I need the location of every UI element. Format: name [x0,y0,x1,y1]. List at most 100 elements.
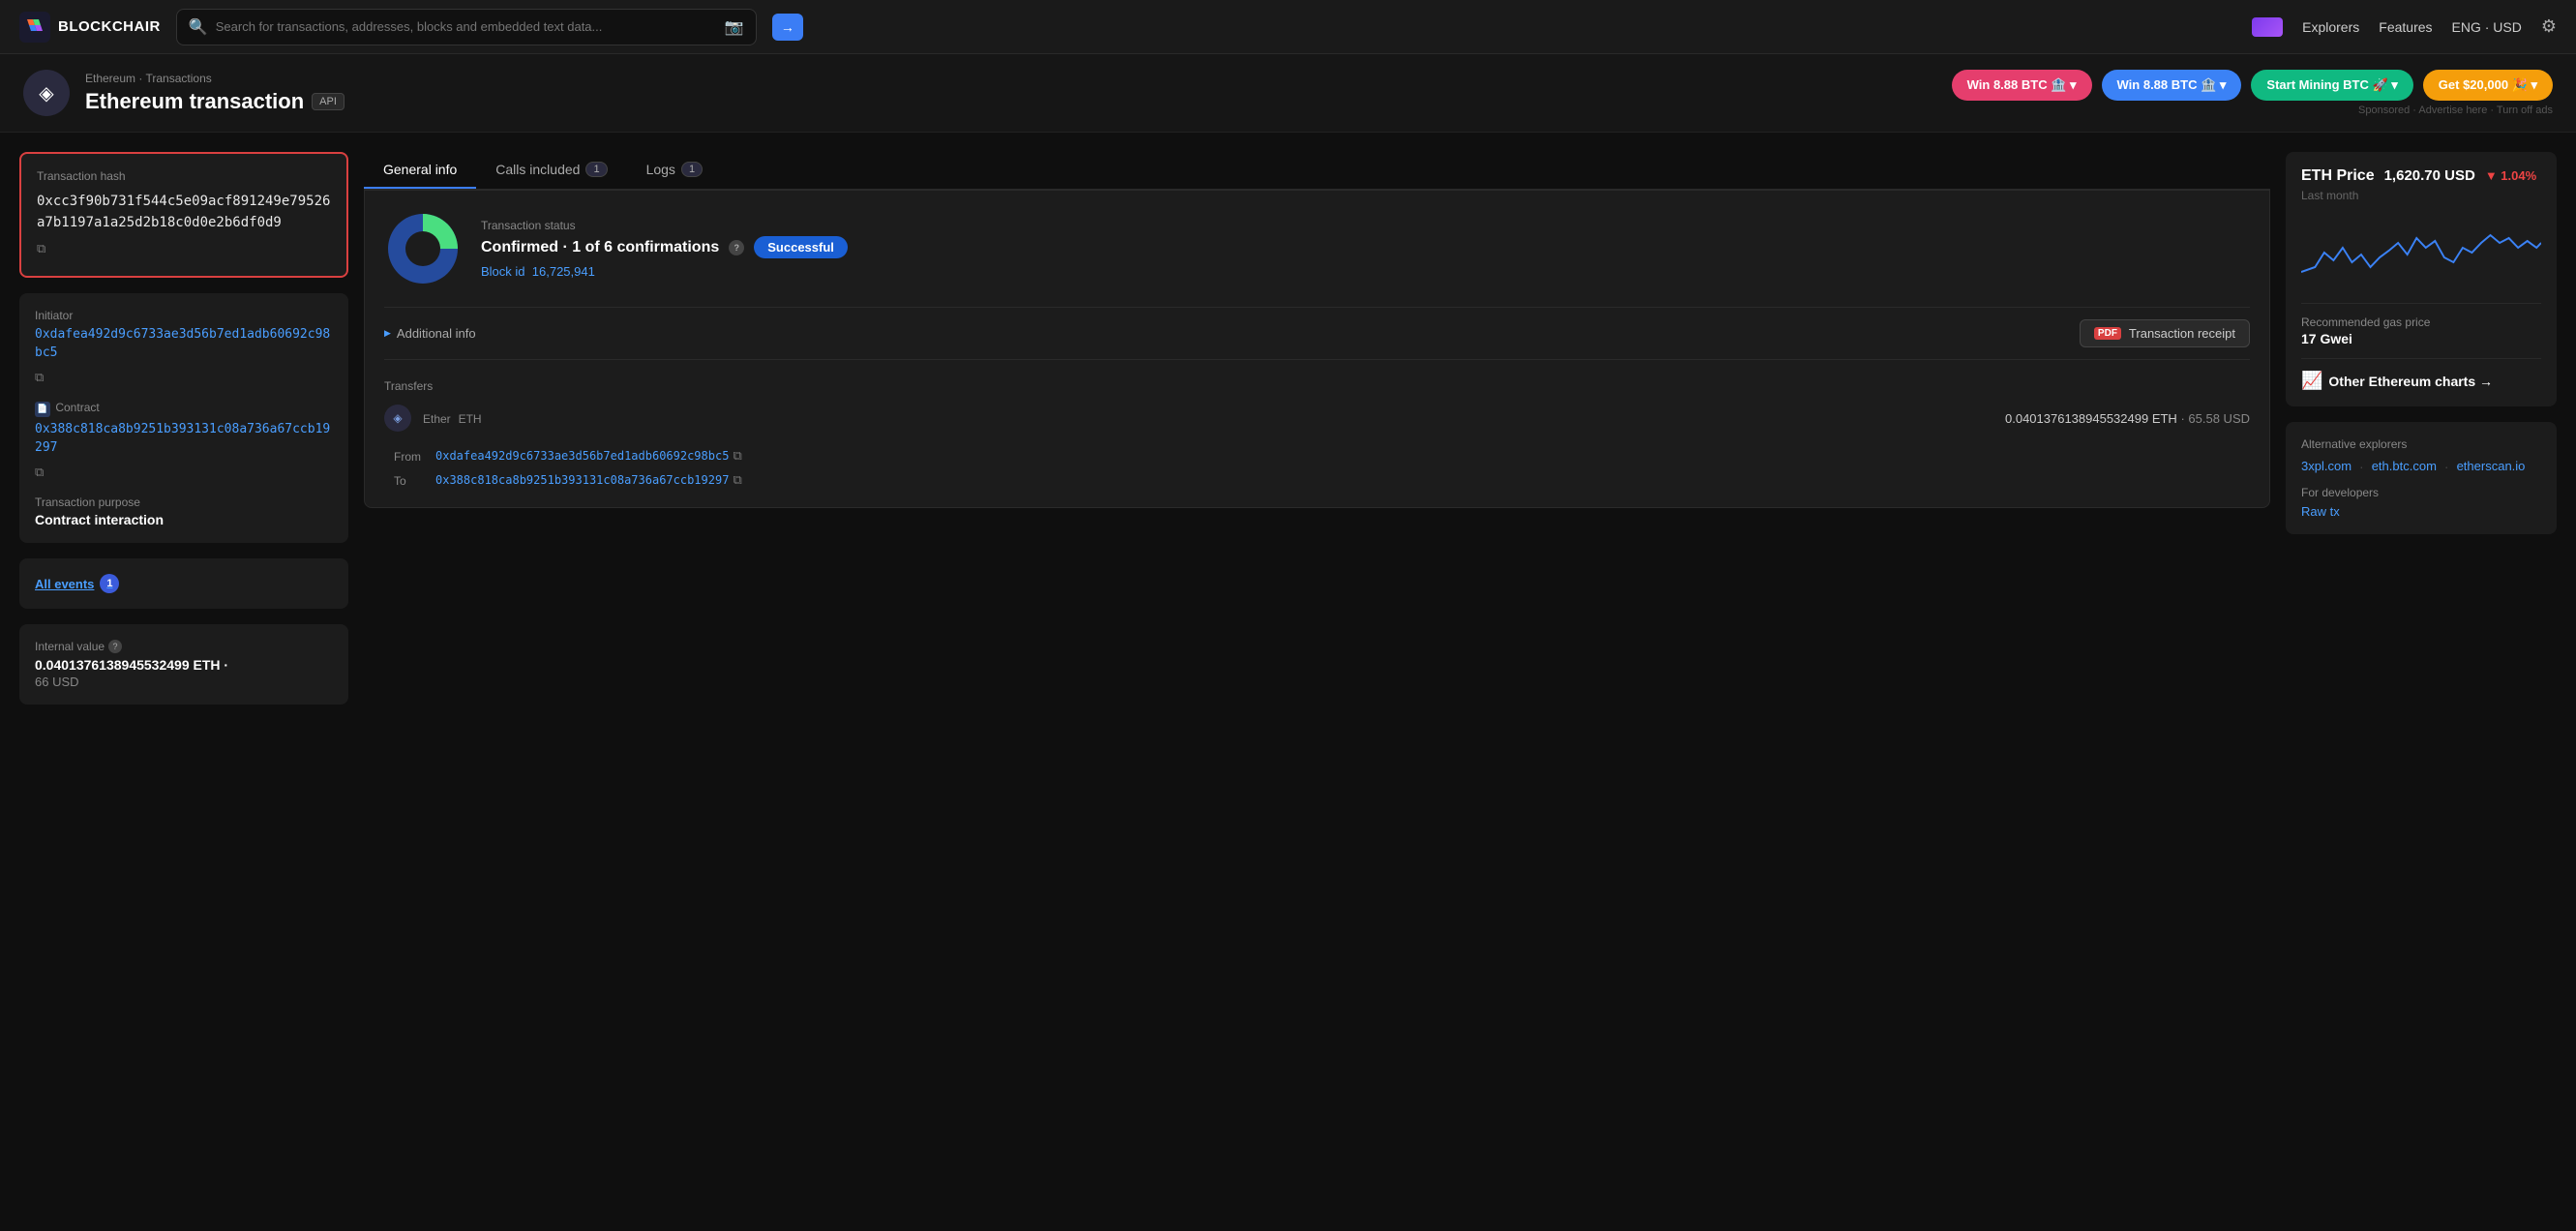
alt-link-ethbtc[interactable]: eth.btc.com [2372,459,2437,474]
main-layout: Transaction hash 0xcc3f90b731f544c5e09ac… [0,133,2576,724]
page-title: Ethereum transaction API [85,89,344,114]
tx-purpose-value: Contract interaction [35,512,333,527]
logo-text: BLOCKCHAIR [58,18,161,35]
promo-buttons: Win 8.88 BTC 🏦 ▾ Win 8.88 BTC 🏦 ▾ Start … [1952,70,2553,101]
tx-status-label: Transaction status [481,219,848,232]
from-copy-icon[interactable]: ⧉ [733,449,741,464]
wallet-icon[interactable] [2252,17,2283,37]
alt-explorers-label: Alternative explorers [2301,437,2541,451]
raw-tx-link[interactable]: Raw tx [2301,504,2340,519]
contract-value: 0x388c818ca8b9251b393131c08a736a67ccb192… [35,420,333,483]
eth-price-header: ETH Price 1,620.70 USD ▼ 1.04% [2301,167,2541,185]
from-label: From [394,449,428,464]
to-row: To 0x388c818ca8b9251b393131c08a736a67ccb… [384,473,2250,488]
tab-logs[interactable]: Logs 1 [627,152,722,189]
promo-area: Win 8.88 BTC 🏦 ▾ Win 8.88 BTC 🏦 ▾ Start … [1952,70,2553,116]
block-id: Block id 16,725,941 [481,264,848,279]
initiator-copy-icon[interactable]: ⧉ [35,369,44,388]
promo-btn-1[interactable]: Win 8.88 BTC 🏦 ▾ [2102,70,2242,101]
ether-row: ◈ Ether ETH 0.0401376138945532499 ETH · … [384,405,2250,432]
contract-label: 📄 Contract [35,401,333,417]
tab-general-info[interactable]: General info [364,152,476,189]
all-events-link[interactable]: All events 1 [35,574,119,593]
breadcrumb: Ethereum · Transactions [85,72,344,85]
eth-price-box: ETH Price 1,620.70 USD ▼ 1.04% Last mont… [2286,152,2557,406]
tx-hash-value: 0xcc3f90b731f544c5e09acf891249e79526a7b1… [37,191,331,260]
tx-status-pie-chart [384,210,462,287]
pdf-icon: PDF [2094,327,2121,340]
camera-icon[interactable]: 📷 [725,17,744,37]
contract-icon: 📄 [35,402,50,417]
to-copy-icon[interactable]: ⧉ [733,473,741,488]
left-panel: Transaction hash 0xcc3f90b731f544c5e09ac… [19,152,348,705]
search-icon: 🔍 [189,17,208,37]
page-header-left: ◈ Ethereum · Transactions Ethereum trans… [23,70,344,116]
tabs-row: General info Calls included 1 Logs 1 [364,152,2270,190]
tx-status-info: Transaction status Confirmed · 1 of 6 co… [481,219,848,279]
calls-included-badge: 1 [585,162,607,177]
center-content: Transaction status Confirmed · 1 of 6 co… [364,190,2270,508]
from-row: From 0xdafea492d9c6733ae3d56b7ed1adb6069… [384,449,2250,464]
promo-btn-2[interactable]: Start Mining BTC 🚀 ▾ [2251,70,2412,101]
search-button[interactable]: → [772,14,803,41]
to-address: 0x388c818ca8b9251b393131c08a736a67ccb192… [435,473,2250,488]
ether-label: Ether ETH [423,410,482,426]
internal-value: 0.0401376138945532499 ETH · [35,657,333,673]
internal-value-section: Internal value ? 0.0401376138945532499 E… [19,624,348,705]
center-panel: General info Calls included 1 Logs 1 [364,152,2270,705]
page-title-area: Ethereum · Transactions Ethereum transac… [85,72,344,114]
nav-lang-currency[interactable]: ENG · USD [2452,19,2522,35]
sponsored-text: Sponsored · Advertise here · Turn off ad… [2358,105,2553,116]
info-section: Initiator 0xdafea492d9c6733ae3d56b7ed1ad… [19,293,348,544]
eth-price-change: ▼ 1.04% [2485,168,2536,183]
nav-explorers[interactable]: Explorers [2302,19,2359,35]
tx-purpose-row: Transaction purpose Contract interaction [35,495,333,527]
price-sparkline [2301,214,2541,291]
other-charts-link[interactable]: 📈 Other Ethereum charts → [2301,358,2541,391]
contract-row: 📄 Contract 0x388c818ca8b9251b393131c08a7… [35,401,333,482]
settings-icon[interactable]: ⚙ [2541,16,2557,37]
tab-calls-included[interactable]: Calls included 1 [476,152,626,189]
tx-purpose-label: Transaction purpose [35,495,333,509]
confirmation-help-icon[interactable]: ? [729,240,744,255]
promo-btn-0[interactable]: Win 8.88 BTC 🏦 ▾ [1952,70,2092,101]
internal-usd: 66 USD [35,675,333,689]
initiator-label: Initiator [35,309,333,322]
transfers-label: Transfers [384,379,2250,393]
tx-hash-copy-icon[interactable]: ⧉ [37,240,45,260]
alt-explorers-box: Alternative explorers 3xpl.com · eth.btc… [2286,422,2557,534]
status-badge: Successful [754,236,848,258]
blockchair-logo-icon [19,12,50,43]
nav-features[interactable]: Features [2379,19,2432,35]
additional-info-row: ▶ Additional info PDF Transaction receip… [384,307,2250,360]
search-input[interactable] [216,19,717,34]
promo-btn-3[interactable]: Get $20,000 🎉 ▾ [2423,70,2553,101]
internal-value-help-icon[interactable]: ? [108,640,122,653]
gas-label: Recommended gas price [2301,315,2541,329]
all-events-badge: 1 [100,574,119,593]
all-events-section: All events 1 [19,558,348,609]
ether-usd: · 65.58 USD [2180,411,2250,426]
alt-link-3xpl[interactable]: 3xpl.com [2301,459,2351,474]
api-badge[interactable]: API [312,93,344,110]
search-bar[interactable]: 🔍 📷 [176,9,757,45]
additional-info-link[interactable]: ▶ Additional info [384,326,476,341]
chart-emoji-icon: 📈 [2301,371,2322,391]
pdf-receipt-btn[interactable]: PDF Transaction receipt [2080,319,2250,347]
transfer-row: ◈ Ether ETH 0.0401376138945532499 ETH · … [384,405,2250,488]
ether-icon: ◈ [384,405,411,432]
block-id-value[interactable]: 16,725,941 [532,264,595,279]
gas-value: 17 Gwei [2301,331,2541,346]
eth-logo: ◈ [23,70,70,116]
tx-hash-box: Transaction hash 0xcc3f90b731f544c5e09ac… [19,152,348,278]
internal-value-label: Internal value ? [35,640,333,653]
alt-link-etherscan[interactable]: etherscan.io [2457,459,2526,474]
page-header: ◈ Ethereum · Transactions Ethereum trans… [0,54,2576,133]
gas-price-section: Recommended gas price 17 Gwei [2301,303,2541,346]
triangle-icon: ▶ [384,328,391,339]
contract-copy-icon[interactable]: ⧉ [35,464,44,483]
logo[interactable]: BLOCKCHAIR [19,12,161,43]
ether-amount: 0.0401376138945532499 ETH · 65.58 USD [2005,411,2250,426]
tx-status-confirmed: Confirmed · 1 of 6 confirmations ? Succe… [481,236,848,258]
logs-badge: 1 [681,162,703,177]
